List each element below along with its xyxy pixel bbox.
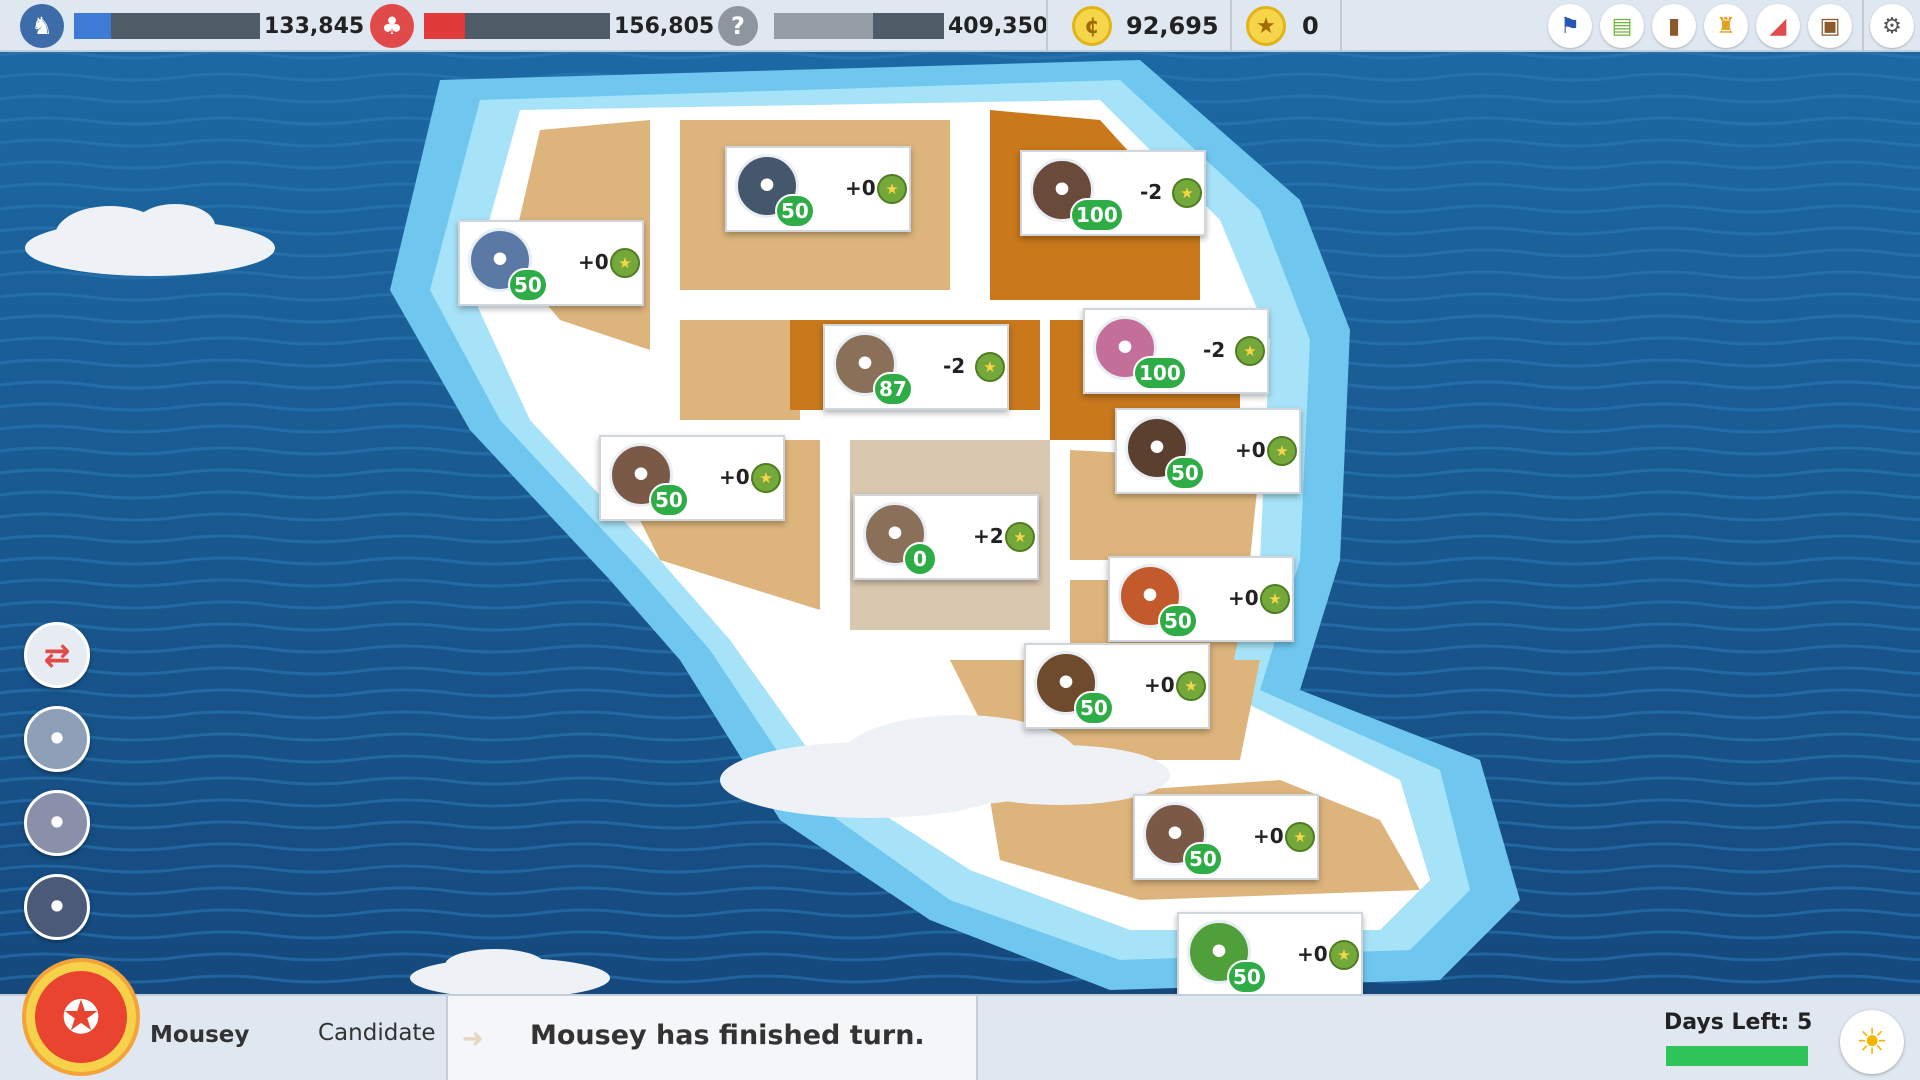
district-level: 50 xyxy=(649,483,689,517)
coin-count: 92,695 xyxy=(1126,12,1219,40)
district-delta: +0 xyxy=(1235,438,1266,462)
crocodile-avatar-icon: ♣ xyxy=(370,4,414,48)
district-delta: +0 xyxy=(845,176,876,200)
medal-icon: ★ xyxy=(1267,436,1297,466)
district-level: 50 xyxy=(1074,691,1114,725)
medal-icon: ★ xyxy=(1260,584,1290,614)
district-delta: +0 xyxy=(1253,824,1284,848)
unknown-progress-fill xyxy=(774,13,873,39)
district-delta: -2 xyxy=(1140,180,1163,204)
district-card[interactable]: • 50 +0 ★ xyxy=(725,146,911,232)
district-card[interactable]: • 0 +2 ★ xyxy=(853,494,1039,580)
district-card[interactable]: • 100 -2 ★ xyxy=(1083,308,1269,394)
medal-icon: ★ xyxy=(751,463,781,493)
district-level: 50 xyxy=(1183,842,1223,876)
player1-progress-bar xyxy=(74,13,260,39)
gear-icon[interactable]: ⚙ xyxy=(1870,4,1914,48)
district-card[interactable]: • 50 +0 ★ xyxy=(1115,408,1301,494)
district-card[interactable]: • 50 +0 ★ xyxy=(1177,912,1363,998)
district-card[interactable]: • 50 +0 ★ xyxy=(599,435,785,521)
unknown-stat: ? 409,350 xyxy=(718,0,1048,52)
medal-icon: ★ xyxy=(610,248,640,278)
bull-avatar-icon: ♞ xyxy=(20,4,64,48)
star-count: 0 xyxy=(1302,12,1319,40)
coin-icon: ¢ xyxy=(1072,6,1112,46)
player2-progress-fill xyxy=(424,13,465,39)
player2-score: 156,805 xyxy=(614,13,715,39)
district-delta: -2 xyxy=(943,354,966,378)
medal-icon: ★ xyxy=(877,174,907,204)
unknown-progress-bar xyxy=(774,13,944,39)
coin-stat: ¢ 92,695 xyxy=(1072,0,1219,52)
days-left-fill xyxy=(1666,1046,1808,1066)
medal-icon: ★ xyxy=(1176,671,1206,701)
megaphone-icon[interactable]: ◢ xyxy=(1756,4,1800,48)
district-delta: +0 xyxy=(1144,673,1175,697)
swap-icon[interactable]: ⇄ xyxy=(24,622,90,688)
player1-score: 133,845 xyxy=(264,13,365,39)
player-avatar[interactable]: ✪ xyxy=(22,958,140,1076)
star-icon: ★ xyxy=(1246,6,1286,46)
trophy-icon[interactable]: ♜ xyxy=(1704,4,1748,48)
bottom-bar: ✪ Mousey Candidate ➜ Mousey has finished… xyxy=(0,958,1920,1080)
player-role: Candidate xyxy=(318,1020,436,1046)
turn-message: Mousey has finished turn. xyxy=(530,1020,925,1051)
district-level: 100 xyxy=(1070,198,1124,232)
hippo-icon[interactable]: • xyxy=(24,706,90,772)
days-left-label: Days Left: 5 xyxy=(1664,1010,1813,1035)
spy-icon[interactable]: • xyxy=(24,874,90,940)
district-level: 50 xyxy=(508,268,548,302)
chest-icon[interactable]: ▣ xyxy=(1808,4,1852,48)
district-level: 50 xyxy=(1158,604,1198,638)
district-card[interactable]: • 87 -2 ★ xyxy=(823,324,1009,410)
player1-progress-fill xyxy=(74,13,112,39)
district-delta: +0 xyxy=(719,465,750,489)
divider xyxy=(1862,0,1864,52)
district-card[interactable]: • 50 +0 ★ xyxy=(458,220,644,306)
top-bar: ♞ 133,845 ♣ 156,805 ? 409,350 ¢ 92,695 ★… xyxy=(0,0,1920,52)
player2-stat: ♣ 156,805 xyxy=(370,0,714,52)
end-turn-sun-icon[interactable]: ☀ xyxy=(1840,1010,1904,1074)
district-card[interactable]: • 100 -2 ★ xyxy=(1020,150,1206,236)
medal-icon: ★ xyxy=(1285,822,1315,852)
medal-icon: ★ xyxy=(975,352,1005,382)
arrow-icon: ➜ xyxy=(462,1024,484,1054)
player2-progress-bar xyxy=(424,13,610,39)
jar-icon[interactable]: ▮ xyxy=(1652,4,1696,48)
district-level: 0 xyxy=(903,542,937,576)
district-delta: +0 xyxy=(1297,942,1328,966)
medal-icon: ★ xyxy=(1172,178,1202,208)
district-card[interactable]: • 50 +0 ★ xyxy=(1024,643,1210,729)
rhino-icon[interactable]: • xyxy=(24,790,90,856)
district-card[interactable]: • 50 +0 ★ xyxy=(1133,794,1319,880)
mouse-avatar-icon: ✪ xyxy=(35,971,127,1063)
unknown-score: 409,350 xyxy=(948,13,1049,39)
district-card[interactable]: • 50 +0 ★ xyxy=(1108,556,1294,642)
district-level: 87 xyxy=(873,372,913,406)
divider xyxy=(1046,0,1048,52)
district-level: 100 xyxy=(1133,356,1187,390)
player1-stat: ♞ 133,845 xyxy=(20,0,364,52)
cash-icon[interactable]: ▤ xyxy=(1600,4,1644,48)
divider xyxy=(1230,0,1232,52)
district-level: 50 xyxy=(775,194,815,228)
district-delta: +0 xyxy=(578,250,609,274)
star-stat: ★ 0 xyxy=(1246,0,1319,52)
district-delta: +2 xyxy=(973,524,1004,548)
medal-icon: ★ xyxy=(1329,940,1359,970)
district-level: 50 xyxy=(1165,456,1205,490)
flag-icon[interactable]: ⚑ xyxy=(1548,4,1592,48)
question-icon[interactable]: ? xyxy=(718,6,758,46)
medal-icon: ★ xyxy=(1005,522,1035,552)
district-delta: -2 xyxy=(1203,338,1226,362)
district-delta: +0 xyxy=(1228,586,1259,610)
district-level: 50 xyxy=(1227,960,1267,994)
medal-icon: ★ xyxy=(1235,336,1265,366)
divider xyxy=(1340,0,1342,52)
turn-message-panel: ➜ Mousey has finished turn. xyxy=(446,996,978,1080)
days-left-bar xyxy=(1666,1046,1808,1066)
player-name: Mousey xyxy=(150,1022,250,1048)
